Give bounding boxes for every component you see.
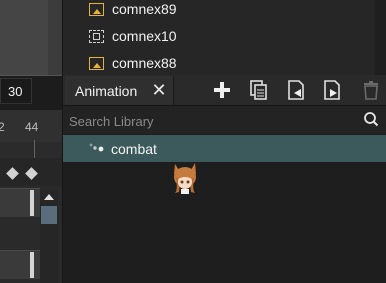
panel-tab-bar: Animation ✕: [63, 75, 386, 106]
ruler-tick-label: 44: [25, 120, 39, 134]
list-item-combat[interactable]: combat: [63, 135, 386, 162]
track-row[interactable]: [0, 188, 40, 217]
track-row[interactable]: [0, 250, 40, 279]
left-pane-top: [0, 0, 62, 75]
copy-icon[interactable]: [248, 79, 270, 101]
ruler-tick-label: 2: [0, 120, 5, 134]
tab-animation[interactable]: Animation ✕: [65, 76, 174, 105]
track-handle[interactable]: [30, 252, 34, 278]
scroll-up-icon[interactable]: [44, 194, 54, 200]
animation-icon: [89, 143, 104, 151]
search-bar: [63, 106, 386, 134]
frame-number-field[interactable]: 30: [0, 78, 32, 104]
add-icon[interactable]: [211, 79, 233, 101]
track-handle[interactable]: [30, 190, 34, 216]
scroll-thumb[interactable]: [41, 206, 57, 224]
list-item[interactable]: comnex88: [89, 51, 177, 75]
animation-panel: Animation ✕ Search Library combat: [62, 75, 386, 283]
list-item-label: combat: [111, 140, 157, 157]
list-item-label: comnex89: [112, 1, 177, 17]
search-input[interactable]: [67, 109, 361, 133]
library-list-panel: comnex89 comnex10 comnex88: [62, 0, 386, 75]
list-item-label: comnex10: [112, 28, 177, 44]
image-icon: [89, 56, 104, 70]
frame-icon: [89, 29, 104, 43]
search-icon[interactable]: [363, 111, 379, 127]
timeline-ruler[interactable]: 2 44: [0, 110, 62, 142]
track-scrollbar[interactable]: [40, 190, 58, 283]
export-icon[interactable]: [321, 79, 343, 101]
character-sprite-preview: [174, 163, 196, 194]
list-item[interactable]: comnex89: [89, 0, 177, 21]
import-icon[interactable]: [285, 79, 307, 101]
image-icon: [89, 2, 104, 16]
trash-icon[interactable]: [360, 79, 382, 101]
library-scrollbar[interactable]: [375, 0, 386, 75]
list-item[interactable]: comnex10: [89, 24, 177, 48]
left-pane-top-inner: [0, 0, 48, 75]
list-item-label: comnex88: [112, 55, 177, 71]
tab-label: Animation: [75, 82, 138, 99]
close-icon[interactable]: ✕: [151, 81, 167, 99]
